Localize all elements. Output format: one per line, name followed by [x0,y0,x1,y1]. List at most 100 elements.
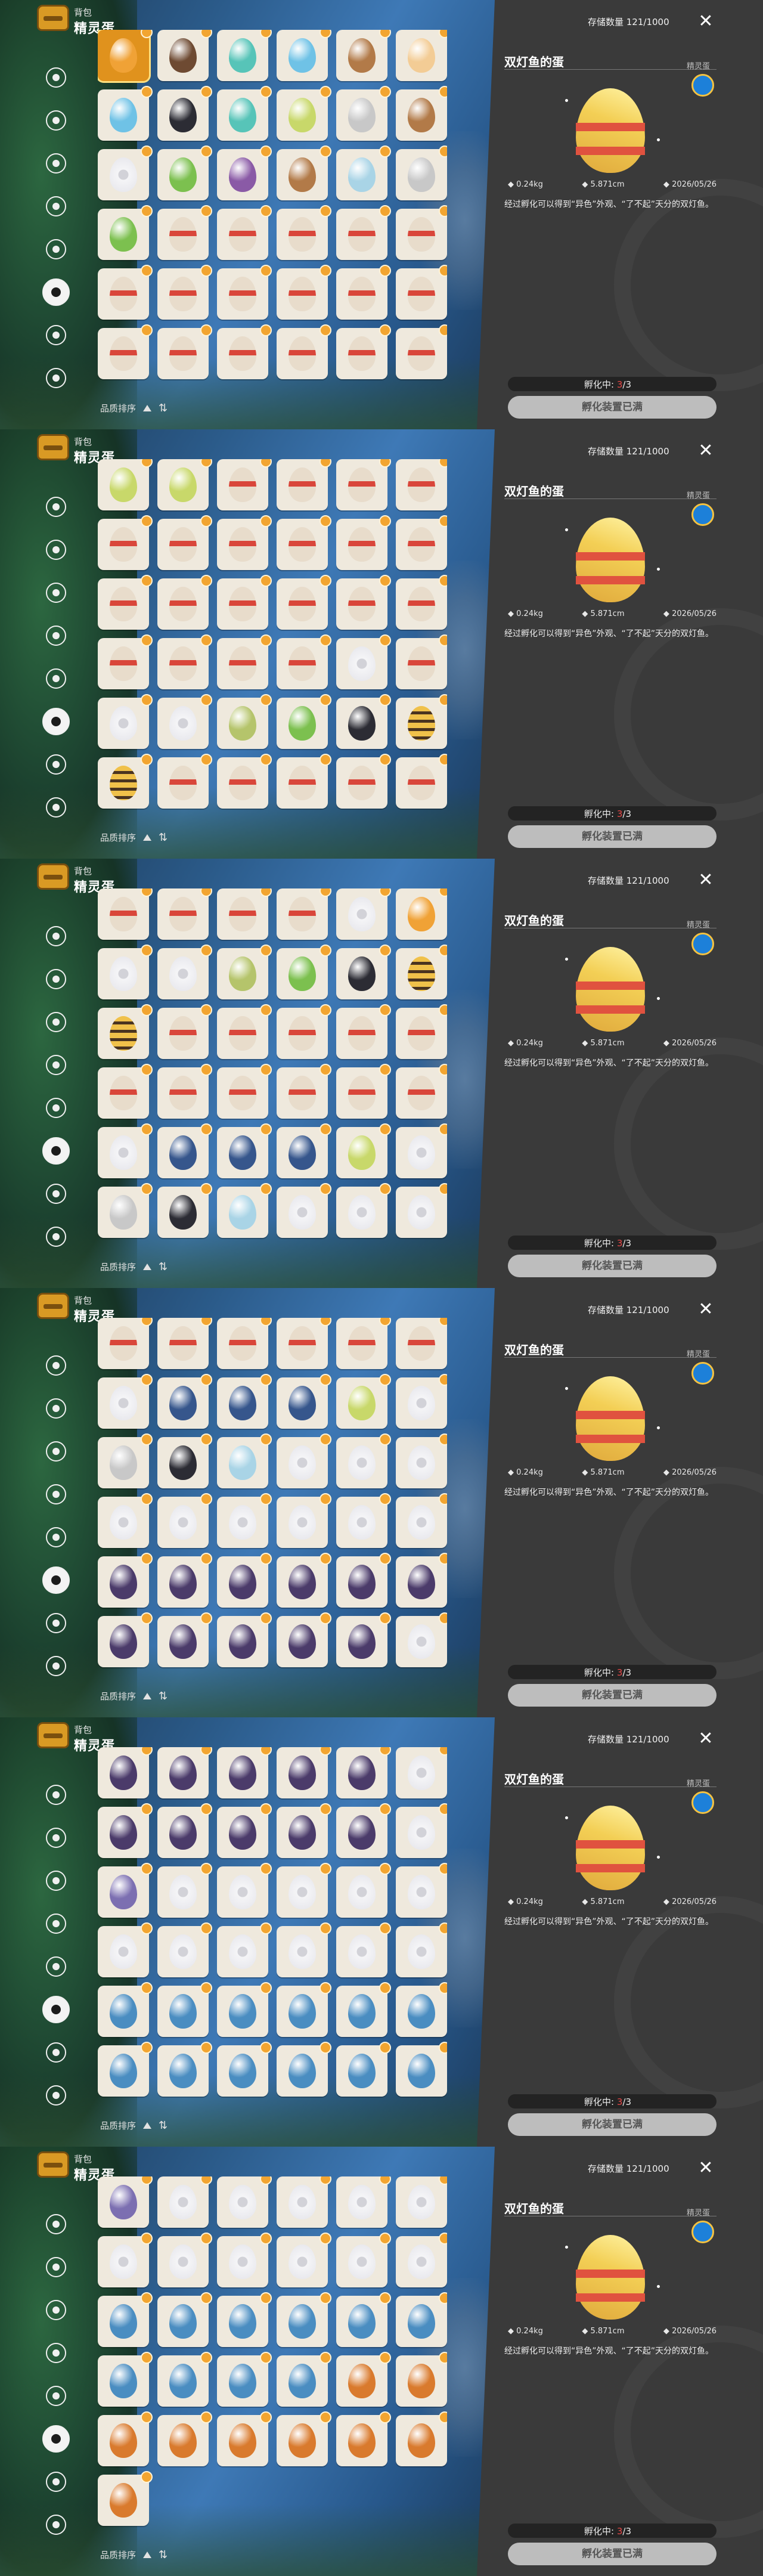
sidebar-tab[interactable] [41,1221,72,1252]
egg-grid[interactable] [98,459,447,811]
sidebar-tab[interactable] [41,534,72,565]
sidebar-tab[interactable] [41,1608,72,1639]
egg-slot[interactable] [217,694,272,749]
egg-slot[interactable] [336,1803,391,1858]
egg-slot[interactable] [277,1493,331,1548]
egg-slot[interactable] [336,86,391,141]
egg-slot[interactable] [217,754,272,809]
sidebar-tab[interactable] [41,148,72,179]
egg-slot[interactable] [396,324,447,379]
egg-slot[interactable] [336,1922,391,1977]
egg-slot[interactable] [217,1183,272,1238]
egg-slot[interactable] [396,1612,447,1667]
egg-slot[interactable] [157,1747,212,1798]
egg-slot[interactable] [98,1183,153,1238]
egg-slot[interactable] [98,30,153,81]
egg-slot[interactable] [217,1747,272,1798]
egg-slot[interactable] [277,575,331,630]
egg-slot[interactable] [217,205,272,260]
egg-slot[interactable] [217,1982,272,2037]
egg-slot[interactable] [217,1803,272,1858]
egg-slot[interactable] [277,2176,331,2228]
hatch-full-button[interactable]: 孵化装置已满 [508,1684,717,1707]
sidebar-tab[interactable] [41,363,72,394]
egg-slot[interactable] [98,2176,153,2228]
egg-slot[interactable] [336,1064,391,1119]
sidebar-tab[interactable] [41,1994,72,2025]
sidebar-tab[interactable] [41,1178,72,1209]
sidebar-tab[interactable] [41,1350,72,1381]
egg-slot[interactable] [98,1612,153,1667]
egg-slot[interactable] [98,1064,153,1119]
egg-slot[interactable] [98,2233,153,2287]
sidebar-tab[interactable] [41,1951,72,1982]
egg-slot[interactable] [157,1183,212,1238]
egg-slot[interactable] [396,1747,447,1798]
close-icon[interactable]: ✕ [696,871,715,890]
egg-slot[interactable] [277,515,331,570]
egg-slot[interactable] [98,1982,153,2037]
egg-slot[interactable] [277,1922,331,1977]
egg-slot[interactable] [98,1374,153,1429]
egg-slot[interactable] [157,1004,212,1059]
sort-swap-icon[interactable]: ⇅ [159,1261,168,1273]
egg-slot[interactable] [217,1374,272,1429]
egg-slot[interactable] [157,1612,212,1667]
egg-slot[interactable] [396,1183,447,1238]
close-icon[interactable]: ✕ [696,2159,715,2178]
egg-slot[interactable] [157,1982,212,2037]
egg-slot[interactable] [277,2233,331,2287]
egg-slot[interactable] [217,2411,272,2466]
sort-ascending-icon[interactable] [143,2122,152,2129]
sidebar-tab[interactable] [41,749,72,780]
sidebar-tab[interactable] [41,1135,72,1166]
egg-slot[interactable] [336,1863,391,1918]
egg-slot[interactable] [157,2042,212,2097]
egg-slot[interactable] [277,634,331,689]
egg-slot[interactable] [277,86,331,141]
egg-slot[interactable] [396,1123,447,1178]
egg-slot[interactable] [336,515,391,570]
sidebar-tab[interactable] [41,1007,72,1038]
egg-slot[interactable] [157,2411,212,2466]
egg-slot[interactable] [157,2352,212,2407]
egg-slot[interactable] [98,2411,153,2466]
egg-slot[interactable] [277,1374,331,1429]
egg-slot[interactable] [217,515,272,570]
egg-slot[interactable] [277,888,331,940]
hatch-full-button[interactable]: 孵化装置已满 [508,2113,717,2136]
egg-slot[interactable] [396,2352,447,2407]
sidebar-tab[interactable] [41,2037,72,2068]
sort-ascending-icon[interactable] [143,405,152,411]
egg-slot[interactable] [217,1863,272,1918]
egg-slot[interactable] [217,945,272,999]
egg-slot[interactable] [336,1183,391,1238]
egg-slot[interactable] [336,2042,391,2097]
bag-badge[interactable] [37,5,69,32]
egg-slot[interactable] [336,459,391,510]
egg-slot[interactable] [277,2352,331,2407]
egg-slot[interactable] [157,1493,212,1548]
egg-slot[interactable] [396,754,447,809]
sidebar-tab[interactable] [41,2252,72,2283]
egg-slot[interactable] [217,1318,272,1369]
sidebar-tab[interactable] [41,1822,72,1853]
sidebar-tab[interactable] [41,1779,72,1810]
egg-slot[interactable] [396,1493,447,1548]
egg-slot[interactable] [277,1183,331,1238]
egg-slot[interactable] [217,888,272,940]
egg-slot[interactable] [396,575,447,630]
egg-slot[interactable] [277,1433,331,1488]
egg-slot[interactable] [157,1863,212,1918]
egg-slot[interactable] [396,1318,447,1369]
egg-slot[interactable] [336,145,391,200]
egg-slot[interactable] [277,1982,331,2037]
egg-slot[interactable] [336,2292,391,2347]
sidebar-tab[interactable] [41,1436,72,1467]
egg-slot[interactable] [336,1553,391,1608]
egg-slot[interactable] [396,888,447,940]
egg-slot[interactable] [98,86,153,141]
sidebar-tab[interactable] [41,1522,72,1553]
egg-slot[interactable] [98,459,153,510]
egg-slot[interactable] [98,1433,153,1488]
